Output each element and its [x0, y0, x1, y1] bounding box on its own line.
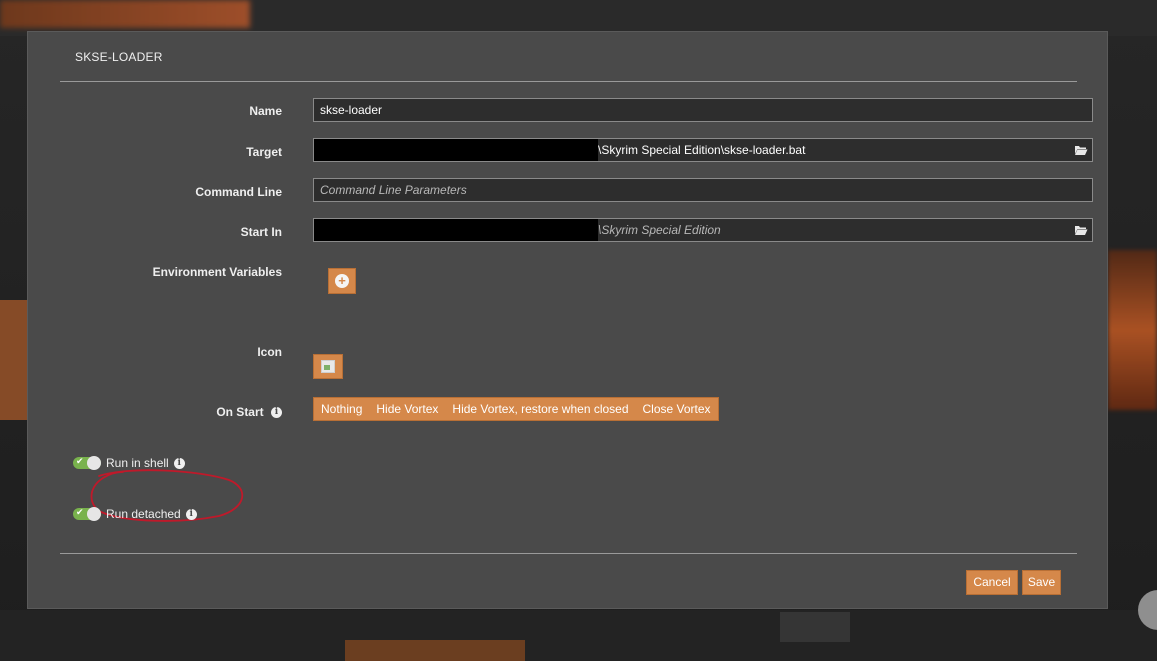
check-icon: ✔ [76, 507, 84, 517]
command-line-input[interactable]: Command Line Parameters [313, 178, 1093, 202]
icon-picker-button[interactable] [313, 354, 343, 379]
check-icon: ✔ [76, 456, 84, 466]
info-icon[interactable]: i [271, 407, 282, 419]
start-in-label: Start In [240, 225, 282, 239]
folder-open-icon[interactable] [1074, 223, 1088, 237]
run-in-shell-label: Run in shell [106, 456, 169, 470]
start-in-input[interactable]: \Skyrim Special Edition [313, 218, 1093, 242]
footer-divider [60, 553, 1077, 554]
run-detached-row: ✔ Run detached i [73, 507, 197, 521]
background-banner [0, 0, 250, 28]
target-label: Target [246, 145, 282, 159]
on-start-option-hide-restore[interactable]: Hide Vortex, restore when closed [445, 398, 635, 420]
background-tile-bottom [345, 640, 525, 661]
edit-tool-dialog: SKSE-LOADER Name skse-loader Target \Sky… [27, 31, 1108, 609]
background-tile-left [0, 300, 28, 420]
info-icon[interactable]: i [185, 508, 197, 520]
add-env-var-button[interactable]: + [328, 268, 356, 294]
run-in-shell-row: ✔ Run in shell i [73, 456, 185, 470]
run-in-shell-toggle[interactable]: ✔ [73, 456, 101, 470]
header-divider [60, 81, 1077, 82]
plus-circle-icon: + [335, 274, 349, 288]
command-line-placeholder: Command Line Parameters [320, 183, 467, 197]
toggle-knob [87, 456, 101, 470]
info-icon[interactable]: i [173, 457, 185, 469]
on-start-options: Nothing Hide Vortex Hide Vortex, restore… [313, 397, 719, 421]
toggle-knob [87, 507, 101, 521]
start-in-value: \Skyrim Special Edition [598, 223, 721, 237]
background-button [780, 612, 850, 642]
folder-open-icon[interactable] [1074, 143, 1088, 157]
broken-image-icon [321, 360, 335, 373]
name-value: skse-loader [320, 103, 383, 117]
run-detached-toggle[interactable]: ✔ [73, 507, 101, 521]
on-start-option-close-vortex[interactable]: Close Vortex [636, 398, 718, 420]
background-footer [0, 610, 1157, 661]
name-input[interactable]: skse-loader [313, 98, 1093, 122]
env-vars-label: Environment Variables [152, 265, 282, 279]
target-value: \Skyrim Special Edition\skse-loader.bat [598, 143, 806, 157]
on-start-option-hide-vortex[interactable]: Hide Vortex [369, 398, 445, 420]
on-start-option-nothing[interactable]: Nothing [314, 398, 369, 420]
redacted-block [314, 139, 598, 161]
icon-label: Icon [257, 345, 282, 359]
dialog-title: SKSE-LOADER [75, 50, 163, 64]
background-tile-right [1108, 250, 1157, 410]
on-start-label-text: On Start [216, 405, 264, 419]
target-input[interactable]: \Skyrim Special Edition\skse-loader.bat [313, 138, 1093, 162]
cancel-button[interactable]: Cancel [966, 570, 1018, 595]
on-start-label: On Start i [216, 405, 282, 419]
name-label: Name [249, 104, 282, 118]
run-detached-label: Run detached [106, 507, 181, 521]
save-button[interactable]: Save [1022, 570, 1061, 595]
redacted-block [314, 219, 598, 241]
command-line-label: Command Line [195, 185, 282, 199]
